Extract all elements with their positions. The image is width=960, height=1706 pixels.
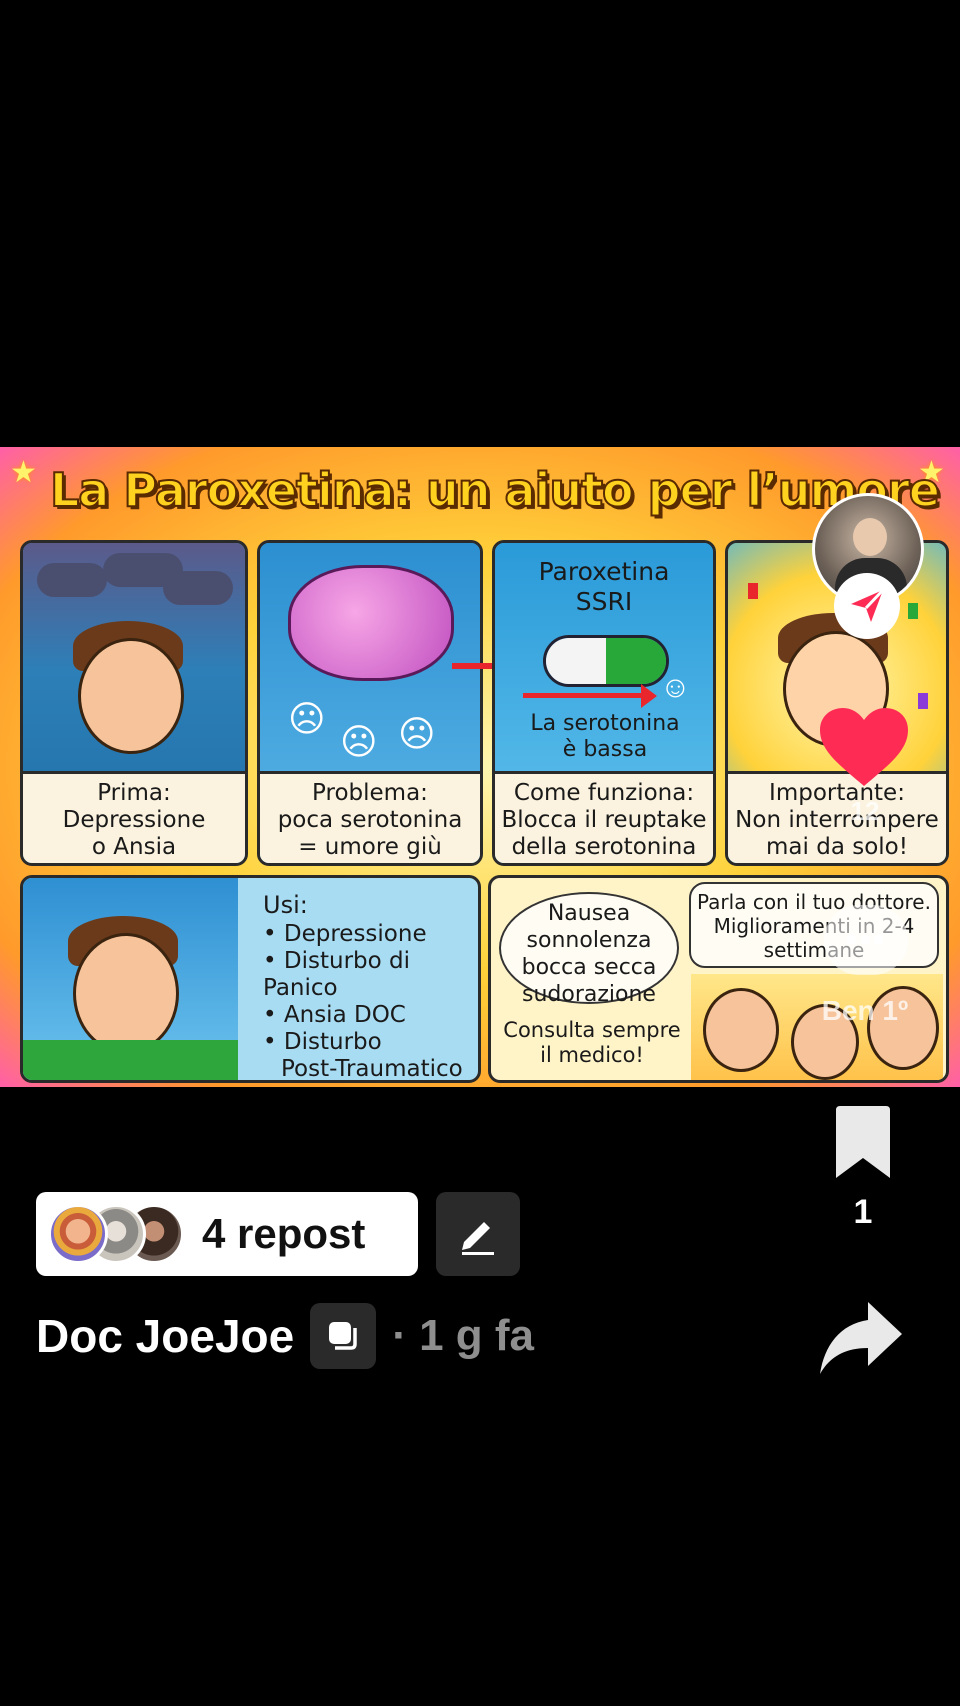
use-item: Disturbo di Panico	[263, 948, 468, 1002]
edit-icon	[462, 1222, 494, 1255]
panel-uses: Usi: Depressione Disturbo di Panico Ansi…	[20, 875, 481, 1083]
use-item: Depressione	[263, 921, 468, 948]
copy-button[interactable]	[310, 1303, 377, 1369]
panel-how-it-works: Paroxetina SSRI ☺ La serotonina è bassa …	[492, 540, 716, 866]
repost-label: 4 repost	[202, 1210, 366, 1257]
panel-caption: Come funziona: Blocca il reuptake della …	[495, 771, 713, 863]
follow-button[interactable]	[834, 573, 900, 639]
panel-caption: Problema: poca serotonina = umore giù	[260, 771, 480, 863]
send-icon	[851, 588, 885, 622]
bookmark-count: 1	[853, 1193, 873, 1231]
use-item: Disturbo	[263, 1029, 468, 1056]
share-icon[interactable]	[818, 1300, 904, 1376]
happy-family-illustration	[691, 974, 943, 1080]
panel-caption: Prima: Depressione o Ansia	[23, 771, 245, 863]
heart-icon[interactable]	[818, 706, 910, 790]
author-row: Doc JoeJoe · 1 g fa	[36, 1300, 534, 1372]
reposter-avatar	[48, 1204, 108, 1264]
use-item: Ansia DOC	[263, 1002, 468, 1029]
copy-icon	[329, 1322, 357, 1350]
consult-note: Consulta sempre il medico!	[503, 1018, 681, 1067]
comment-icon[interactable]: •••	[824, 905, 908, 975]
side-effects-bubble: Nausea sonnolenza bocca secca sudorazion…	[499, 892, 679, 1007]
panel-problem: ☹ ☹ ☹ Problema: poca serotonina = umore …	[257, 540, 483, 866]
edit-button[interactable]	[436, 1192, 520, 1276]
uses-list: Usi: Depressione Disturbo di Panico Ansi…	[263, 892, 468, 1082]
comment-count: Ben 1º	[821, 995, 909, 1026]
use-item-continued: Post-Traumatico	[281, 1056, 463, 1082]
post-time: · 1 g fa	[392, 1311, 535, 1360]
infographic-title: La Paroxetina: un aiuto per l’umore	[49, 462, 941, 518]
panel-before: Prima: Depressione o Ansia	[20, 540, 248, 866]
author-name[interactable]: Doc JoeJoe	[36, 1309, 294, 1363]
worried-boy-illustration	[23, 878, 238, 1080]
star-decoration: ★	[10, 456, 37, 489]
repost-button[interactable]: 4 repost	[36, 1192, 418, 1276]
like-count: 12	[850, 796, 880, 826]
bookmark-icon[interactable]	[830, 1106, 896, 1180]
